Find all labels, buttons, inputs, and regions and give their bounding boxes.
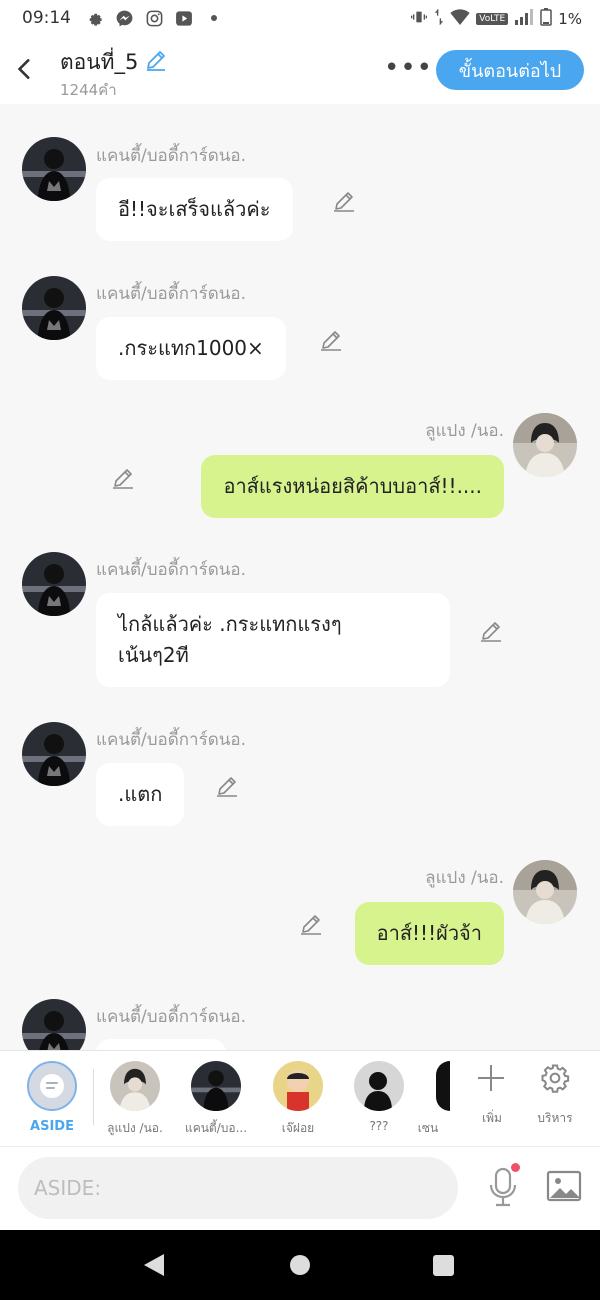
edit-pencil-icon[interactable] (215, 774, 239, 798)
messenger-icon (114, 8, 134, 28)
chapter-title-text: ตอนที่_5 (60, 50, 139, 74)
speaker-name: ลูแปง /นอ. (425, 868, 504, 888)
edit-pencil-icon[interactable] (111, 466, 135, 490)
plus-icon[interactable] (476, 1063, 506, 1093)
message-bubble[interactable]: .กระแทก1000× (96, 317, 286, 380)
status-bar: 09:14 VoLTE 1% (0, 0, 600, 38)
signal-icon (514, 9, 534, 29)
speaker-name: แคนตี้/บอดี้การ์ดนอ. (96, 146, 247, 166)
message-bubble[interactable]: อี!!จะเสร็จแล้วค่ะ (96, 178, 293, 241)
edit-title-icon[interactable] (144, 48, 168, 77)
message-line: เน้นๆ2ที (118, 643, 189, 667)
character-label: เซน (417, 1121, 439, 1135)
volte-badge: VoLTE (476, 13, 509, 25)
character-avatar-cartoon[interactable] (273, 1061, 323, 1111)
avatar-light[interactable] (513, 413, 577, 477)
speaker-name: แคนตี้/บอดี้การ์ดนอ. (96, 560, 247, 580)
avatar-light[interactable] (513, 860, 577, 924)
character-label: เจ๊ฝอย (281, 1121, 315, 1135)
battery-icon (540, 8, 552, 30)
edit-pencil-icon[interactable] (332, 189, 356, 213)
message-bubble[interactable]: ไกล้แล้วค่ะ .กระแทกแรงๆ เน้นๆ2ที (96, 593, 450, 687)
data-arrows-icon (434, 8, 444, 29)
character-label: แคนตี้/บอ... (184, 1121, 248, 1135)
character-avatar-partial[interactable] (436, 1061, 450, 1111)
video-icon (174, 8, 194, 28)
image-icon[interactable] (546, 1169, 582, 1203)
avatar-dark[interactable] (22, 999, 86, 1050)
message-input[interactable] (18, 1157, 458, 1219)
next-step-button[interactable]: ขั้นตอนต่อไป (436, 50, 584, 90)
character-avatar-silhouette[interactable] (354, 1061, 404, 1111)
nav-back-icon[interactable] (142, 1252, 166, 1282)
message-bubble[interactable] (96, 1039, 226, 1050)
gear-icon[interactable] (540, 1063, 570, 1093)
avatar-dark[interactable] (22, 137, 86, 201)
aside-character[interactable] (27, 1061, 77, 1111)
aside-label: ASIDE (30, 1119, 74, 1134)
avatar-dark[interactable] (22, 276, 86, 340)
avatar-dark[interactable] (22, 722, 86, 786)
dot-icon (204, 8, 224, 28)
vibrate-icon (410, 9, 428, 29)
speaker-name: แคนตี้/บอดี้การ์ดนอ. (96, 284, 247, 304)
character-bar: ASIDE ลูแปง /นอ. แคนตี้/บอ... เจ๊ฝอย ???… (0, 1050, 600, 1147)
edit-pencil-icon[interactable] (479, 619, 503, 643)
manage-label[interactable]: บริหาร (530, 1109, 580, 1128)
message-bubble-me[interactable]: อาส์แรงหน่อยสิค้าบบอาส์!!.... (201, 455, 504, 518)
top-bar: ตอนที่_5 1244คำ ••• ขั้นตอนต่อไป (0, 38, 600, 104)
status-notification-icons (84, 8, 224, 28)
character-label: ลูแปง /นอ. (107, 1121, 163, 1135)
edit-pencil-icon[interactable] (299, 912, 323, 936)
message-line: ไกล้แล้วค่ะ .กระแทกแรงๆ (118, 612, 342, 636)
speaker-name: แคนตี้/บอดี้การ์ดนอ. (96, 730, 247, 750)
word-count: 1244คำ (60, 81, 117, 99)
speaker-name: ลูแปง /นอ. (425, 421, 504, 441)
back-arrow-icon[interactable] (12, 56, 38, 82)
wifi-icon (450, 9, 470, 29)
character-label: ??? (369, 1119, 389, 1133)
system-nav-bar (0, 1230, 600, 1300)
edit-pencil-icon[interactable] (319, 328, 343, 352)
battery-percent: 1% (558, 10, 582, 28)
status-time: 09:14 (22, 8, 71, 28)
nav-home-icon[interactable] (290, 1255, 310, 1275)
instagram-icon (144, 8, 164, 28)
nav-recents-icon[interactable] (433, 1255, 454, 1276)
status-right: VoLTE 1% (410, 8, 582, 30)
more-menu-icon[interactable]: ••• (384, 55, 433, 81)
chat-area[interactable]: แคนตี้/บอดี้การ์ดนอ. อี!!จะเสร็จแล้วค่ะ … (0, 104, 600, 1050)
settings-icon (84, 8, 104, 28)
avatar-dark[interactable] (22, 552, 86, 616)
divider (93, 1069, 94, 1125)
chapter-title[interactable]: ตอนที่_5 (60, 46, 168, 79)
message-bubble-me[interactable]: อาส์!!!ผัวจ้า (354, 902, 504, 965)
character-avatar-dark[interactable] (191, 1061, 241, 1111)
message-bubble[interactable]: .แตก (96, 763, 185, 826)
input-bar (0, 1146, 600, 1231)
character-avatar-light[interactable] (110, 1061, 160, 1111)
recording-dot-icon (511, 1163, 520, 1172)
speaker-name: แคนตี้/บอดี้การ์ดนอ. (96, 1007, 247, 1027)
add-character-label[interactable]: เพิ่ม (470, 1109, 514, 1128)
